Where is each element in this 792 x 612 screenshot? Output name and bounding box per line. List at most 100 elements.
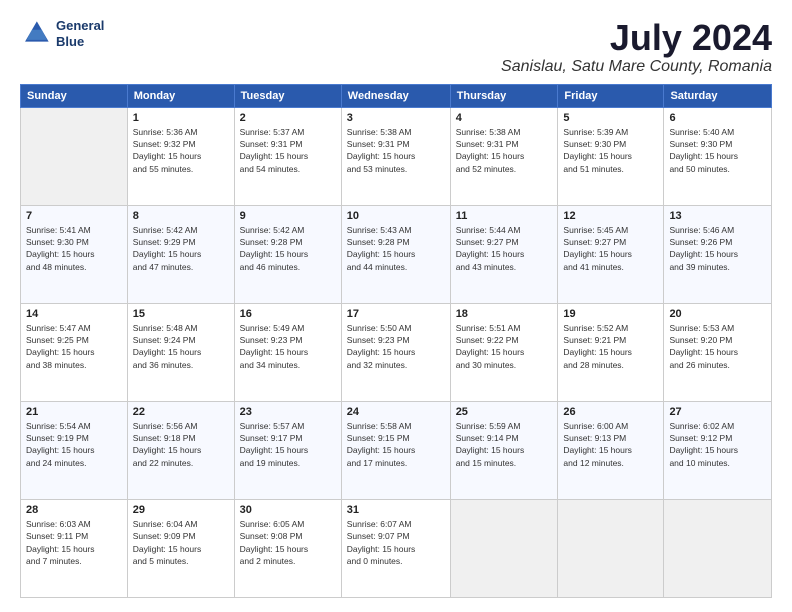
day-cell: 8 Sunrise: 5:42 AM Sunset: 9:29 PM Daylig…	[127, 205, 234, 303]
day-info: Sunrise: 5:45 AM Sunset: 9:27 PM Dayligh…	[563, 224, 658, 273]
day-cell: 10 Sunrise: 5:43 AM Sunset: 9:28 PM Dayli…	[341, 205, 450, 303]
day-cell	[664, 499, 772, 597]
day-info: Sunrise: 5:57 AM Sunset: 9:17 PM Dayligh…	[240, 420, 336, 469]
week-row-1: 1 Sunrise: 5:36 AM Sunset: 9:32 PM Daylig…	[21, 107, 772, 205]
day-cell: 20 Sunrise: 5:53 AM Sunset: 9:20 PM Dayli…	[664, 303, 772, 401]
day-number: 28	[26, 504, 122, 516]
day-cell: 15 Sunrise: 5:48 AM Sunset: 9:24 PM Dayli…	[127, 303, 234, 401]
day-number: 31	[347, 504, 445, 516]
header-cell-thursday: Thursday	[450, 84, 558, 107]
header-row: SundayMondayTuesdayWednesdayThursdayFrid…	[21, 84, 772, 107]
header-cell-tuesday: Tuesday	[234, 84, 341, 107]
day-info: Sunrise: 6:03 AM Sunset: 9:11 PM Dayligh…	[26, 518, 122, 567]
logo: General Blue	[20, 18, 104, 50]
day-number: 13	[669, 210, 766, 222]
day-number: 19	[563, 308, 658, 320]
day-info: Sunrise: 5:42 AM Sunset: 9:28 PM Dayligh…	[240, 224, 336, 273]
day-number: 1	[133, 112, 229, 124]
day-info: Sunrise: 5:51 AM Sunset: 9:22 PM Dayligh…	[456, 322, 553, 371]
day-number: 11	[456, 210, 553, 222]
day-info: Sunrise: 5:47 AM Sunset: 9:25 PM Dayligh…	[26, 322, 122, 371]
day-info: Sunrise: 5:37 AM Sunset: 9:31 PM Dayligh…	[240, 126, 336, 175]
day-number: 14	[26, 308, 122, 320]
day-number: 4	[456, 112, 553, 124]
day-info: Sunrise: 5:58 AM Sunset: 9:15 PM Dayligh…	[347, 420, 445, 469]
header: General Blue July 2024 Sanislau, Satu Ma…	[20, 18, 772, 76]
day-cell: 17Sunrise: 5:50 AM Sunset: 9:23 PM Dayli…	[341, 303, 450, 401]
day-number: 5	[563, 112, 658, 124]
calendar-title: July 2024	[501, 18, 772, 58]
day-info: Sunrise: 6:00 AM Sunset: 9:13 PM Dayligh…	[563, 420, 658, 469]
day-info: Sunrise: 5:44 AM Sunset: 9:27 PM Dayligh…	[456, 224, 553, 273]
day-info: Sunrise: 5:48 AM Sunset: 9:24 PM Dayligh…	[133, 322, 229, 371]
day-number: 8	[133, 210, 229, 222]
day-cell: 29Sunrise: 6:04 AM Sunset: 9:09 PM Dayli…	[127, 499, 234, 597]
day-number: 12	[563, 210, 658, 222]
day-number: 30	[240, 504, 336, 516]
day-number: 16	[240, 308, 336, 320]
day-cell	[450, 499, 558, 597]
day-cell: 9 Sunrise: 5:42 AM Sunset: 9:28 PM Daylig…	[234, 205, 341, 303]
logo-line2: Blue	[56, 34, 104, 50]
day-cell: 26 Sunrise: 6:00 AM Sunset: 9:13 PM Dayli…	[558, 401, 664, 499]
day-cell: 24 Sunrise: 5:58 AM Sunset: 9:15 PM Dayli…	[341, 401, 450, 499]
header-cell-sunday: Sunday	[21, 84, 128, 107]
day-info: Sunrise: 5:36 AM Sunset: 9:32 PM Dayligh…	[133, 126, 229, 175]
day-cell: 7Sunrise: 5:41 AM Sunset: 9:30 PM Daylig…	[21, 205, 128, 303]
day-cell: 16Sunrise: 5:49 AM Sunset: 9:23 PM Dayli…	[234, 303, 341, 401]
day-cell	[21, 107, 128, 205]
day-info: Sunrise: 6:07 AM Sunset: 9:07 PM Dayligh…	[347, 518, 445, 567]
day-info: Sunrise: 5:42 AM Sunset: 9:29 PM Dayligh…	[133, 224, 229, 273]
day-info: Sunrise: 5:43 AM Sunset: 9:28 PM Dayligh…	[347, 224, 445, 273]
day-cell: 25Sunrise: 5:59 AM Sunset: 9:14 PM Dayli…	[450, 401, 558, 499]
day-cell: 30Sunrise: 6:05 AM Sunset: 9:08 PM Dayli…	[234, 499, 341, 597]
week-row-2: 7Sunrise: 5:41 AM Sunset: 9:30 PM Daylig…	[21, 205, 772, 303]
day-number: 15	[133, 308, 229, 320]
day-number: 22	[133, 406, 229, 418]
day-number: 10	[347, 210, 445, 222]
day-number: 26	[563, 406, 658, 418]
day-info: Sunrise: 5:38 AM Sunset: 9:31 PM Dayligh…	[347, 126, 445, 175]
title-block: July 2024 Sanislau, Satu Mare County, Ro…	[501, 18, 772, 76]
day-number: 21	[26, 406, 122, 418]
day-info: Sunrise: 5:46 AM Sunset: 9:26 PM Dayligh…	[669, 224, 766, 273]
day-number: 9	[240, 210, 336, 222]
header-cell-wednesday: Wednesday	[341, 84, 450, 107]
day-info: Sunrise: 5:39 AM Sunset: 9:30 PM Dayligh…	[563, 126, 658, 175]
day-cell: 2Sunrise: 5:37 AM Sunset: 9:31 PM Daylig…	[234, 107, 341, 205]
page: General Blue July 2024 Sanislau, Satu Ma…	[0, 0, 792, 612]
calendar-header: SundayMondayTuesdayWednesdayThursdayFrid…	[21, 84, 772, 107]
day-cell: 22 Sunrise: 5:56 AM Sunset: 9:18 PM Dayli…	[127, 401, 234, 499]
day-cell: 18Sunrise: 5:51 AM Sunset: 9:22 PM Dayli…	[450, 303, 558, 401]
day-info: Sunrise: 5:56 AM Sunset: 9:18 PM Dayligh…	[133, 420, 229, 469]
day-cell: 11 Sunrise: 5:44 AM Sunset: 9:27 PM Dayli…	[450, 205, 558, 303]
day-number: 24	[347, 406, 445, 418]
header-cell-saturday: Saturday	[664, 84, 772, 107]
day-cell: 13 Sunrise: 5:46 AM Sunset: 9:26 PM Dayli…	[664, 205, 772, 303]
day-cell: 1 Sunrise: 5:36 AM Sunset: 9:32 PM Daylig…	[127, 107, 234, 205]
day-number: 20	[669, 308, 766, 320]
day-cell: 3Sunrise: 5:38 AM Sunset: 9:31 PM Daylig…	[341, 107, 450, 205]
day-cell: 5 Sunrise: 5:39 AM Sunset: 9:30 PM Daylig…	[558, 107, 664, 205]
day-info: Sunrise: 6:02 AM Sunset: 9:12 PM Dayligh…	[669, 420, 766, 469]
header-cell-friday: Friday	[558, 84, 664, 107]
week-row-5: 28 Sunrise: 6:03 AM Sunset: 9:11 PM Dayli…	[21, 499, 772, 597]
calendar-table: SundayMondayTuesdayWednesdayThursdayFrid…	[20, 84, 772, 598]
logo-icon	[20, 18, 52, 50]
day-number: 25	[456, 406, 553, 418]
day-cell: 21 Sunrise: 5:54 AM Sunset: 9:19 PM Dayli…	[21, 401, 128, 499]
day-info: Sunrise: 5:53 AM Sunset: 9:20 PM Dayligh…	[669, 322, 766, 371]
day-cell: 23 Sunrise: 5:57 AM Sunset: 9:17 PM Dayli…	[234, 401, 341, 499]
day-info: Sunrise: 5:52 AM Sunset: 9:21 PM Dayligh…	[563, 322, 658, 371]
calendar-body: 1 Sunrise: 5:36 AM Sunset: 9:32 PM Daylig…	[21, 107, 772, 597]
day-number: 23	[240, 406, 336, 418]
day-info: Sunrise: 5:41 AM Sunset: 9:30 PM Dayligh…	[26, 224, 122, 273]
day-cell: 19 Sunrise: 5:52 AM Sunset: 9:21 PM Dayli…	[558, 303, 664, 401]
week-row-4: 21 Sunrise: 5:54 AM Sunset: 9:19 PM Dayli…	[21, 401, 772, 499]
day-number: 29	[133, 504, 229, 516]
day-info: Sunrise: 5:54 AM Sunset: 9:19 PM Dayligh…	[26, 420, 122, 469]
day-info: Sunrise: 5:50 AM Sunset: 9:23 PM Dayligh…	[347, 322, 445, 371]
day-cell: 14 Sunrise: 5:47 AM Sunset: 9:25 PM Dayli…	[21, 303, 128, 401]
day-cell: 12 Sunrise: 5:45 AM Sunset: 9:27 PM Dayli…	[558, 205, 664, 303]
day-cell: 31 Sunrise: 6:07 AM Sunset: 9:07 PM Dayli…	[341, 499, 450, 597]
